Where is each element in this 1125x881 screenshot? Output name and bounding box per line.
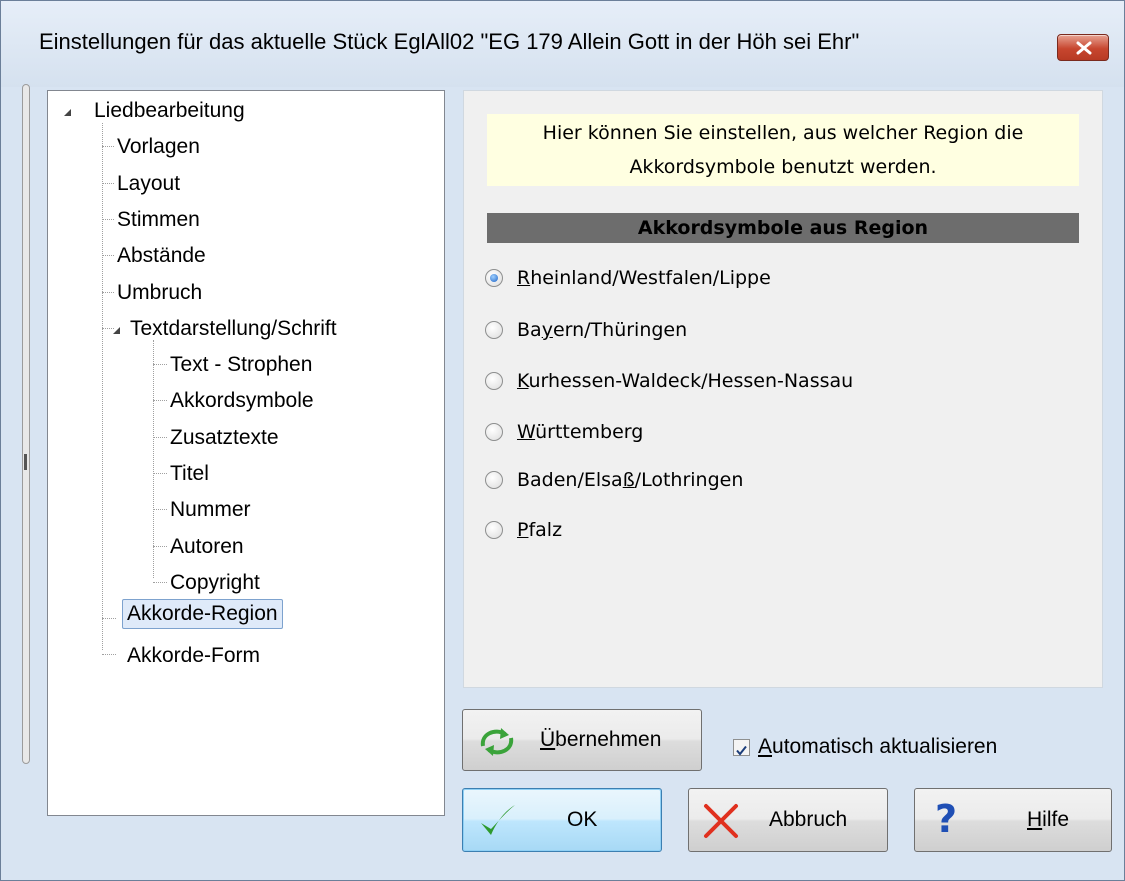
cancel-x-icon: [704, 804, 738, 838]
checkmark-icon: [481, 805, 515, 835]
radio-button[interactable]: [485, 423, 503, 441]
tree-connector: [102, 183, 114, 184]
tree-connector: [153, 364, 167, 365]
help-question-icon: ?: [935, 797, 958, 841]
radio-kurhessen[interactable]: Kurhessen-Waldeck/Hessen-Nassau: [485, 366, 853, 396]
tree-connector: [153, 582, 167, 583]
tree-item-abstaende[interactable]: Abstände: [117, 241, 206, 271]
cancel-button-label: Abbruch: [769, 808, 848, 831]
tree-connector: [102, 123, 103, 650]
tree-item-textdarstellung[interactable]: Textdarstellung/Schrift: [130, 314, 337, 344]
vertical-scrollbar[interactable]: [19, 80, 33, 768]
region-group-header: Akkordsymbole aus Region: [487, 213, 1079, 243]
title-bar: Einstellungen für das aktuelle Stück Egl…: [1, 1, 1124, 87]
tree-connector: [102, 654, 116, 655]
tree-item-akkorde-form[interactable]: Akkorde-Form: [127, 641, 260, 671]
radio-baden[interactable]: Baden/Elsaß/Lothringen: [485, 465, 743, 495]
auto-update-checkbox[interactable]: Automatisch aktualisieren: [733, 735, 997, 759]
apply-button-label: Übernehmen: [540, 728, 662, 751]
tree-connector: [102, 219, 114, 220]
scrollbar-grip[interactable]: [24, 454, 27, 470]
tree-connector: [153, 340, 154, 578]
close-icon: [1076, 41, 1092, 55]
radio-button[interactable]: [485, 372, 503, 390]
tree-item-text-strophen[interactable]: Text - Strophen: [170, 350, 312, 380]
apply-button[interactable]: Übernehmen: [462, 709, 702, 771]
tree-item-zusatztexte[interactable]: Zusatztexte: [170, 423, 279, 453]
tree-item-stimmen[interactable]: Stimmen: [117, 205, 200, 235]
radio-pfalz[interactable]: Pfalz: [485, 515, 562, 545]
tree-connector: [153, 546, 167, 547]
tree-connector: [102, 618, 116, 619]
tree-connector: [153, 509, 167, 510]
tree-item-vorlagen[interactable]: Vorlagen: [117, 132, 200, 162]
radio-button[interactable]: [485, 321, 503, 339]
info-text-line-2: Akkordsymbole benutzt werden.: [629, 156, 937, 178]
radio-rheinland[interactable]: Rheinland/Westfalen/Lippe: [485, 263, 771, 293]
checkbox-checked[interactable]: [733, 738, 750, 756]
ok-button-label: OK: [567, 808, 598, 831]
tree-item-titel[interactable]: Titel: [170, 459, 209, 489]
tree-item-akkorde-region[interactable]: Akkorde-Region: [122, 599, 283, 629]
auto-update-label: Automatisch aktualisieren: [758, 735, 998, 758]
radio-label: Rheinland/Westfalen/Lippe: [517, 267, 771, 289]
tree-connector: [153, 437, 167, 438]
tree-item-nummer[interactable]: Nummer: [170, 495, 251, 525]
radio-wuerttemberg[interactable]: Württemberg: [485, 417, 643, 447]
tree-item-akkordsymbole[interactable]: Akkordsymbole: [170, 386, 314, 416]
help-button-label: Hilfe: [1027, 808, 1070, 831]
tree-item-liedbearbeitung[interactable]: Liedbearbeitung: [94, 96, 245, 126]
help-button[interactable]: ? Hilfe: [914, 788, 1112, 852]
radio-button-selected[interactable]: [485, 269, 503, 287]
radio-label: Württemberg: [517, 421, 644, 443]
info-text-line-1: Hier können Sie einstellen, aus welcher …: [542, 122, 1024, 144]
radio-label: Pfalz: [517, 519, 563, 541]
collapse-arrow-icon[interactable]: [113, 327, 120, 334]
radio-label: Bayern/Thüringen: [517, 319, 688, 341]
radio-button[interactable]: [485, 471, 503, 489]
close-button[interactable]: [1057, 34, 1109, 61]
settings-tree: Liedbearbeitung Vorlagen Layout Stimmen …: [47, 90, 445, 816]
tree-connector: [102, 146, 114, 147]
tree-item-copyright[interactable]: Copyright: [170, 568, 260, 598]
radio-bayern[interactable]: Bayern/Thüringen: [485, 315, 687, 345]
tree-connector: [102, 255, 114, 256]
tree-item-umbruch[interactable]: Umbruch: [117, 278, 202, 308]
tree-item-autoren[interactable]: Autoren: [170, 532, 244, 562]
cancel-button[interactable]: Abbruch: [688, 788, 888, 852]
checkmark-icon: [736, 745, 747, 756]
radio-button[interactable]: [485, 521, 503, 539]
tree-item-layout[interactable]: Layout: [117, 169, 180, 199]
window-title: Einstellungen für das aktuelle Stück Egl…: [39, 29, 860, 54]
radio-label: Baden/Elsaß/Lothringen: [517, 469, 744, 491]
collapse-arrow-icon[interactable]: [64, 109, 71, 116]
ok-button[interactable]: OK: [462, 788, 662, 852]
radio-label: Kurhessen-Waldeck/Hessen-Nassau: [517, 370, 854, 392]
tree-connector: [102, 292, 114, 293]
tree-connector: [153, 400, 167, 401]
scrollbar-track[interactable]: [22, 84, 30, 764]
info-box: Hier können Sie einstellen, aus welcher …: [487, 114, 1079, 186]
refresh-icon: [480, 728, 514, 756]
tree-connector: [153, 473, 167, 474]
